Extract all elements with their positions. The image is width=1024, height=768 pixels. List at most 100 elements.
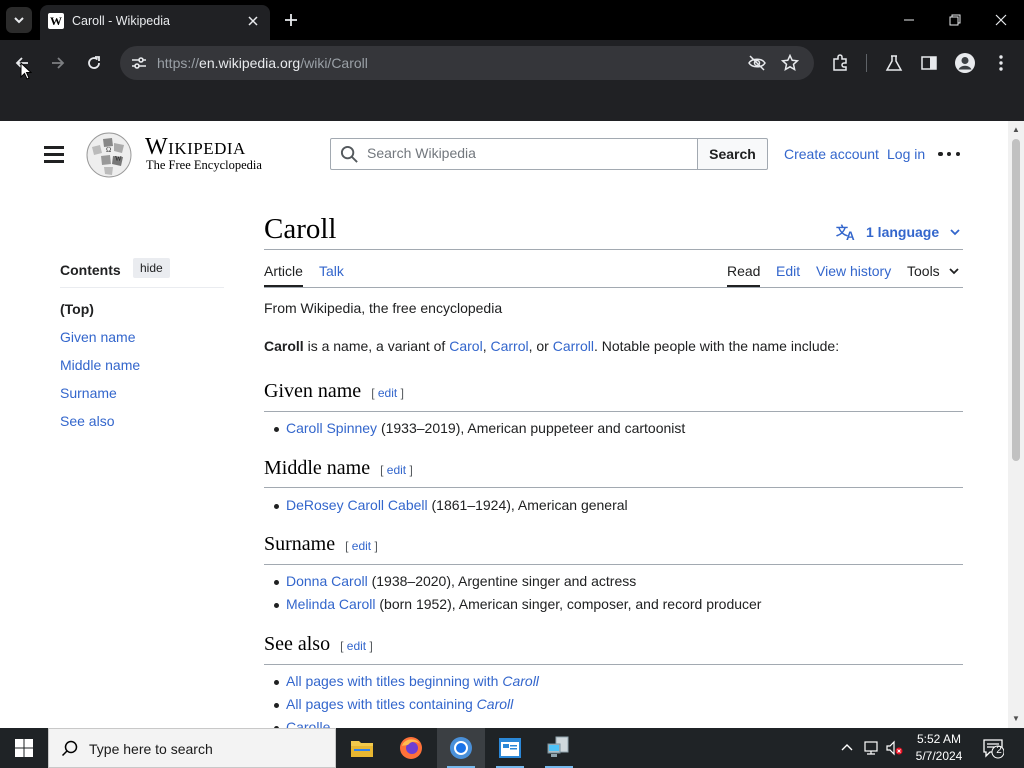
toc-item-given-name[interactable]: Given name (60, 329, 135, 345)
close-window-button[interactable] (989, 8, 1013, 32)
person-link[interactable]: Caroll Spinney (286, 420, 377, 436)
volume-muted-icon[interactable] (885, 739, 903, 757)
toc-hide-button[interactable]: hide (133, 258, 170, 278)
list-item: Donna Caroll (1938–2020), Argentine sing… (274, 573, 636, 589)
taskbar-network-app[interactable] (535, 728, 583, 768)
svg-text:Ω: Ω (106, 146, 111, 154)
log-in-link[interactable]: Log in (887, 146, 925, 162)
chevron-up-icon[interactable] (838, 739, 856, 757)
reload-button[interactable] (80, 50, 108, 76)
section-divider (264, 664, 963, 665)
clock-time: 5:52 AM (916, 732, 962, 746)
tab-edit[interactable]: Edit (776, 263, 800, 279)
tools-dropdown[interactable]: Tools (907, 263, 960, 279)
translate-icon: 文A (836, 223, 855, 241)
create-account-link[interactable]: Create account (784, 146, 879, 162)
see-also-link[interactable]: All pages with titles containing Caroll (286, 696, 513, 712)
edit-section: [ edit ] (380, 463, 413, 477)
minimize-button[interactable] (897, 8, 921, 32)
search-input[interactable] (367, 145, 687, 161)
browser-menu-button[interactable] (990, 52, 1012, 74)
section-divider (264, 487, 963, 488)
person-link[interactable]: DeRosey Caroll Cabell (286, 497, 428, 513)
section-heading-surname: Surname [ edit ] (264, 533, 378, 556)
puzzle-icon (833, 54, 847, 71)
scrollbar-thumb[interactable] (1012, 139, 1020, 461)
tabs-divider (264, 287, 963, 288)
tab-talk[interactable]: Talk (319, 263, 344, 279)
edit-section-link[interactable]: edit (387, 463, 406, 477)
start-button[interactable] (0, 728, 48, 768)
browser-toolbar: https://en.wikipedia.org/wiki/Caroll (0, 40, 1024, 86)
scroll-down-arrow-icon[interactable]: ▼ (1012, 715, 1020, 723)
edit-section: [ edit ] (340, 639, 373, 653)
tools-label: Tools (907, 263, 940, 279)
toc-item-see-also[interactable]: See also (60, 413, 114, 429)
edit-section-link[interactable]: edit (378, 386, 397, 400)
dot (955, 151, 960, 157)
browser-chrome: W Caroll - Wikipedia https://en.wikipedi… (0, 0, 1024, 121)
wikipedia-wordmark[interactable]: Wikipedia (145, 134, 246, 161)
svg-text:A: A (846, 229, 855, 241)
title-divider (264, 249, 963, 250)
person-link[interactable]: Melinda Caroll (286, 596, 375, 612)
labs-button[interactable] (883, 52, 905, 74)
more-vertical-icon (999, 55, 1003, 71)
taskbar-firefox[interactable] (387, 728, 435, 768)
see-also-link[interactable]: Carolle (286, 719, 330, 728)
section-heading-text: Surname (264, 533, 336, 555)
edit-section-link[interactable]: edit (347, 639, 366, 653)
search-button[interactable]: Search (697, 138, 768, 170)
tab-article[interactable]: Article (264, 263, 303, 279)
toc-item-surname[interactable]: Surname (60, 385, 117, 401)
mouse-cursor-icon (20, 62, 32, 80)
intro-text: , or (528, 338, 553, 354)
scroll-up-arrow-icon[interactable]: ▲ (1012, 126, 1020, 134)
personal-tools-menu-button[interactable] (938, 145, 960, 163)
site-settings-icon[interactable] (130, 54, 148, 72)
taskbar-clock[interactable]: 5:52 AM 5/7/2024 (904, 731, 974, 765)
new-tab-button[interactable] (280, 9, 302, 31)
side-panel-button[interactable] (918, 52, 940, 74)
network-icon[interactable] (862, 739, 880, 757)
section-heading-given-name: Given name [ edit ] (264, 380, 404, 403)
tab-wikipedia[interactable]: W Caroll - Wikipedia (40, 5, 270, 40)
main-menu-button[interactable] (44, 146, 64, 163)
eye-off-icon[interactable] (748, 54, 766, 72)
language-button[interactable]: 文A 1 language (836, 221, 961, 243)
edit-section-link[interactable]: edit (352, 539, 371, 553)
profile-button[interactable] (954, 52, 976, 74)
taskbar-chrome[interactable] (437, 728, 485, 768)
see-also-link[interactable]: All pages with titles beginning with Car… (286, 673, 539, 689)
taskbar-search-box[interactable]: Type here to search (48, 728, 336, 768)
link-carrol[interactable]: Carrol (490, 338, 528, 354)
taskbar-search-placeholder: Type here to search (89, 741, 213, 757)
menu-bar (44, 153, 64, 156)
tab-read[interactable]: Read (727, 263, 760, 279)
edit-section: [ edit ] (345, 539, 378, 553)
person-description: (1861–1924), American general (427, 497, 628, 513)
list-item: Melinda Caroll (born 1952), American sin… (274, 596, 761, 612)
link-carroll[interactable]: Carroll (553, 338, 594, 354)
tab-search-button[interactable] (6, 7, 32, 33)
taskbar-app-window[interactable] (486, 728, 534, 768)
toc-item-middle-name[interactable]: Middle name (60, 357, 140, 373)
notification-center-button[interactable]: 2 (982, 737, 1005, 759)
tab-close-button[interactable] (244, 12, 262, 30)
taskbar-file-explorer[interactable] (338, 728, 386, 768)
link-carol[interactable]: Carol (449, 338, 482, 354)
address-bar[interactable]: https://en.wikipedia.org/wiki/Caroll (120, 46, 814, 80)
restore-button[interactable] (943, 8, 967, 32)
list-item: All pages with titles beginning with Car… (274, 673, 539, 689)
section-divider (264, 411, 963, 412)
tab-view-history[interactable]: View history (816, 263, 891, 279)
vertical-scrollbar[interactable]: ▲ ▼ (1008, 121, 1024, 728)
wikipedia-globe-logo[interactable]: Ω W (84, 131, 134, 179)
person-link[interactable]: Donna Caroll (286, 573, 368, 589)
extensions-button[interactable] (829, 52, 851, 74)
clock-date: 5/7/2024 (915, 749, 963, 763)
forward-button[interactable] (44, 50, 72, 76)
search-box[interactable] (330, 138, 698, 170)
bookmark-star-icon[interactable] (781, 54, 799, 72)
toc-item-top[interactable]: (Top) (60, 301, 94, 317)
